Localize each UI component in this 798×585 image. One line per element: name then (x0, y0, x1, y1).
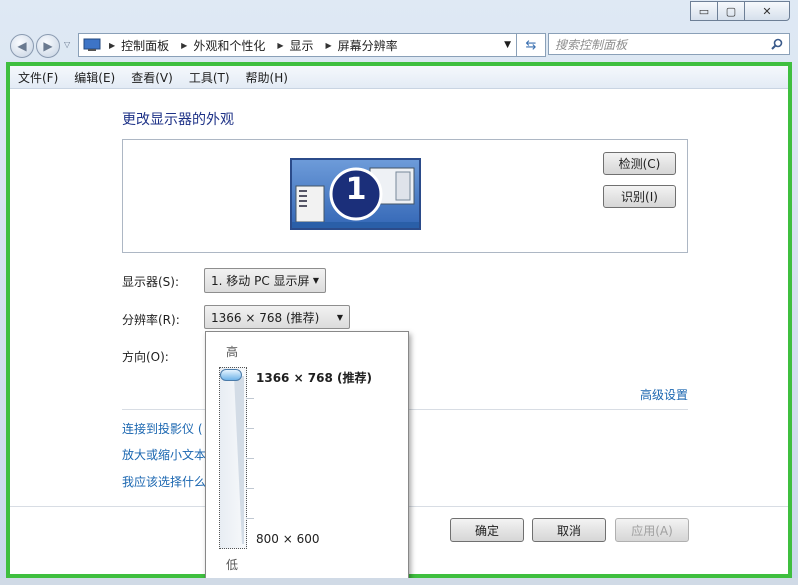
display-label: 显示器(S): (122, 275, 180, 289)
control-panel-window: ▭ ▢ ✕ ◀ ▶ ▽ ▶ 控制面板 ▶ 外观和个性化 ▶ 显示 ▶ 屏幕分辨率 ▼ ⇆… (0, 0, 798, 585)
search-icon[interactable] (771, 38, 783, 50)
monitor-number: 1 (345, 172, 367, 207)
orientation-label: 方向(O): (122, 350, 169, 364)
breadcrumb-item[interactable]: ▶ 显示 (273, 37, 313, 54)
control-panel-icon (83, 38, 101, 51)
menu-edit[interactable]: 编辑(E) (66, 69, 123, 86)
title-bar-buttons: ▭ ▢ ✕ (690, 1, 790, 21)
minimize-button[interactable]: ▭ (690, 1, 718, 21)
content-pane: 文件(F) 编辑(E) 查看(V) 工具(T) 帮助(H) 更改显示器的外观 1… (10, 66, 788, 582)
resolution-slider-track[interactable] (219, 367, 254, 549)
display-select[interactable]: 1. 移动 PC 显示屏 ▼ (204, 268, 326, 293)
resolution-select[interactable]: 1366 × 768 (推荐) ▼ (204, 305, 350, 329)
taskbar-edge (0, 578, 798, 585)
maximize-button[interactable]: ▢ (717, 1, 745, 21)
close-button[interactable]: ✕ (744, 1, 790, 21)
detect-button[interactable]: 检测(C) (603, 152, 676, 175)
high-label: 高 (226, 345, 239, 359)
navigation-bar: ◀ ▶ ▽ ▶ 控制面板 ▶ 外观和个性化 ▶ 显示 ▶ 屏幕分辨率 ▼ ⇆ 搜索控制面… (8, 30, 790, 60)
breadcrumb-item[interactable]: ▶ 控制面板 (105, 37, 169, 54)
advanced-settings-link[interactable]: 高级设置 (640, 386, 688, 403)
low-label: 低 (226, 558, 239, 572)
chevron-down-icon: ▼ (336, 312, 343, 322)
breadcrumb-item[interactable]: ▶ 屏幕分辨率 (322, 37, 398, 54)
menu-help[interactable]: 帮助(H) (238, 69, 296, 86)
forward-button[interactable]: ▶ (36, 34, 60, 58)
monitor-preview[interactable]: 1 (290, 158, 421, 230)
breadcrumb-item[interactable]: ▶ 外观和个性化 (177, 37, 265, 54)
identify-button[interactable]: 识别(I) (603, 185, 676, 208)
menu-bar: 文件(F) 编辑(E) 查看(V) 工具(T) 帮助(H) (10, 66, 788, 89)
address-bar[interactable]: ▶ 控制面板 ▶ 外观和个性化 ▶ 显示 ▶ 屏幕分辨率 ▼ (78, 33, 518, 57)
refresh-button[interactable]: ⇆ (516, 33, 546, 57)
minimize-icon: ▭ (698, 4, 710, 18)
search-input[interactable]: 搜索控制面板 (548, 33, 790, 55)
resolution-label: 分辨率(R): (122, 313, 180, 327)
connect-projector-link[interactable]: 连接到投影仪 ( (122, 420, 203, 437)
search-placeholder: 搜索控制面板 (555, 37, 628, 52)
resize-text-link[interactable]: 放大或缩小文本 (122, 446, 206, 463)
menu-file[interactable]: 文件(F) (10, 69, 66, 86)
resolution-slider-thumb[interactable] (220, 369, 242, 381)
resolution-option-bottom[interactable]: 800 × 600 (256, 532, 320, 546)
forward-arrow-icon: ▶ (43, 39, 53, 53)
page-title: 更改显示器的外观 (122, 112, 234, 128)
chevron-down-icon: ▼ (312, 276, 319, 285)
resolution-option-top[interactable]: 1366 × 768 (推荐) (256, 369, 372, 386)
refresh-icon: ⇆ (525, 37, 537, 53)
close-icon: ✕ (762, 4, 772, 18)
maximize-icon: ▢ (725, 4, 737, 18)
back-button[interactable]: ◀ (10, 34, 34, 58)
resolution-select-value: 1366 × 768 (推荐) (211, 310, 320, 325)
menu-view[interactable]: 查看(V) (123, 69, 181, 86)
resolution-popup: 高 1366 × 768 (推荐) 800 × 600 低 (205, 331, 409, 582)
history-dropdown-icon[interactable]: ▽ (64, 40, 70, 49)
address-dropdown-icon[interactable]: ▼ (504, 40, 511, 50)
display-select-value: 1. 移动 PC 显示屏 (211, 274, 310, 288)
cancel-button[interactable]: 取消 (532, 518, 606, 542)
back-arrow-icon: ◀ (17, 39, 27, 53)
menu-tools[interactable]: 工具(T) (181, 69, 238, 86)
which-settings-link[interactable]: 我应该选择什么 (122, 473, 206, 490)
apply-button[interactable]: 应用(A) (615, 518, 689, 542)
display-preview-box: 1 检测(C) 识别(I) (122, 139, 688, 253)
ok-button[interactable]: 确定 (450, 518, 524, 542)
